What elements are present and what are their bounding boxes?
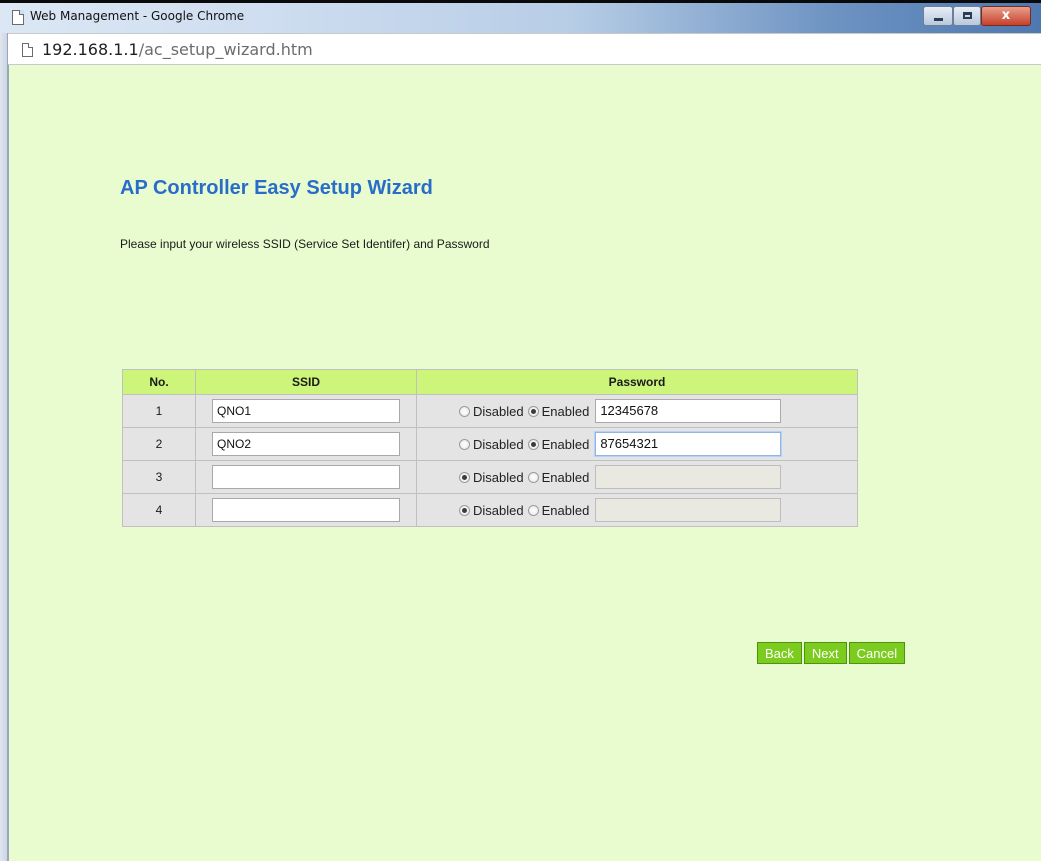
disabled-label: Disabled — [473, 469, 524, 485]
ssid-input[interactable] — [212, 498, 400, 522]
enabled-radio[interactable] — [527, 471, 539, 483]
table-row: 2 QNO2 Disabled Enabled 87654321 — [122, 427, 858, 461]
ssid-input[interactable]: QNO1 — [212, 399, 400, 423]
url-host: 192.168.1.1 — [42, 40, 139, 59]
page-icon — [22, 43, 33, 57]
page-icon — [12, 10, 24, 25]
table-row: 3 Disabled Enabled — [122, 460, 858, 494]
enabled-label: Enabled — [541, 502, 590, 518]
address-bar[interactable]: 192.168.1.1/ac_setup_wizard.htm — [8, 33, 1041, 65]
disabled-radio[interactable] — [459, 405, 470, 417]
disabled-radio[interactable] — [459, 504, 470, 516]
disabled-radio[interactable] — [459, 438, 470, 450]
url-text[interactable]: 192.168.1.1/ac_setup_wizard.htm — [42, 40, 313, 59]
table-row: 1 QNO1 Disabled Enabled 12345678 — [122, 394, 858, 428]
url-path: /ac_setup_wizard.htm — [138, 40, 313, 59]
title-bar: Web Management - Google Chrome x — [0, 3, 1041, 33]
password-input[interactable] — [595, 498, 782, 522]
ssid-input[interactable] — [212, 465, 400, 489]
table-row: 4 Disabled Enabled — [122, 493, 858, 527]
ssid-cell — [195, 460, 417, 494]
row-number: 3 — [122, 460, 196, 494]
password-input[interactable]: 12345678 — [595, 399, 782, 423]
cancel-button[interactable]: Cancel — [848, 642, 906, 664]
enabled-label: Enabled — [541, 469, 590, 485]
minimize-button[interactable] — [923, 6, 953, 26]
page-title: AP Controller Easy Setup Wizard — [120, 177, 433, 199]
disabled-label: Disabled — [473, 436, 524, 452]
password-cell: Disabled Enabled — [416, 493, 858, 527]
wizard-buttons: Back Next Cancel — [757, 642, 907, 664]
close-button[interactable]: x — [981, 6, 1031, 26]
row-number: 1 — [122, 394, 196, 428]
password-input[interactable] — [595, 465, 782, 489]
password-cell: Disabled Enabled — [416, 460, 858, 494]
password-cell: Disabled Enabled 87654321 — [416, 427, 858, 461]
back-button[interactable]: Back — [757, 642, 802, 664]
table-header-row: No. SSID Password — [122, 369, 858, 395]
browser-window: Web Management - Google Chrome x 192.168… — [0, 3, 1041, 861]
header-ssid: SSID — [195, 369, 417, 395]
disabled-radio[interactable] — [459, 471, 470, 483]
ssid-table: No. SSID Password 1 QNO1 Disabled Enabled 12… — [122, 369, 858, 527]
maximize-icon — [963, 12, 972, 19]
password-input[interactable]: 87654321 — [595, 432, 782, 456]
disabled-label: Disabled — [473, 403, 524, 419]
ssid-cell: QNO2 — [195, 427, 417, 461]
close-icon: x — [1001, 8, 1011, 23]
disabled-label: Disabled — [473, 502, 524, 518]
enabled-label: Enabled — [541, 436, 590, 452]
window-title: Web Management - Google Chrome — [30, 9, 245, 23]
window-frame-left — [0, 33, 8, 861]
page-content: AP Controller Easy Setup Wizard Please i… — [8, 65, 1041, 861]
enabled-radio[interactable] — [527, 405, 539, 417]
enabled-label: Enabled — [541, 403, 590, 419]
page-subtitle: Please input your wireless SSID (Service… — [120, 237, 490, 251]
header-no: No. — [122, 369, 196, 395]
enabled-radio[interactable] — [527, 504, 539, 516]
ssid-cell — [195, 493, 417, 527]
next-button[interactable]: Next — [803, 642, 847, 664]
password-cell: Disabled Enabled 12345678 — [416, 394, 858, 428]
ssid-cell: QNO1 — [195, 394, 417, 428]
enabled-radio[interactable] — [527, 438, 539, 450]
maximize-button[interactable] — [953, 6, 981, 26]
ssid-input[interactable]: QNO2 — [212, 432, 400, 456]
minimize-icon — [934, 18, 943, 21]
header-password: Password — [416, 369, 858, 395]
row-number: 4 — [122, 493, 196, 527]
row-number: 2 — [122, 427, 196, 461]
